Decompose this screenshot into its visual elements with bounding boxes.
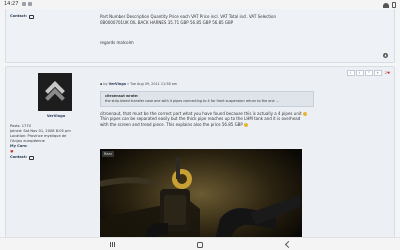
post-profile: VerVinga Posts: 1770 Joined: Sat Nov 01,… [10, 70, 96, 160]
byline-date: » Tue Aug 09, 2011 11:58 am [126, 82, 178, 86]
user-location: Location: Province mystique de l'Anjou e… [10, 134, 67, 143]
username[interactable]: VerVinga [10, 114, 96, 119]
wifi-icon [383, 2, 389, 8]
post-actions: ! i " + 2♥ [346, 70, 390, 76]
home-icon[interactable] [197, 241, 203, 248]
forum-post: Contact: Part Number Description Quantit… [5, 9, 395, 63]
contact-icon[interactable] [29, 14, 35, 19]
post-profile: Contact: [10, 14, 96, 19]
status-right [383, 2, 396, 8]
contact-icon[interactable] [29, 155, 35, 160]
info-button[interactable]: i [355, 70, 364, 76]
back-icon[interactable] [284, 240, 293, 249]
contact-label: Contact: [10, 155, 28, 159]
post-content: Part Number Description Quantity Price e… [100, 14, 390, 46]
battery-icon [392, 2, 396, 8]
avatar[interactable] [38, 73, 72, 111]
post-content: ▪ by VerVinga » Tue Aug 09, 2011 11:58 a… [100, 81, 390, 237]
smile-icon [302, 112, 307, 116]
post-text-line: 0B0000701UK OIL BACK HARNES 35.71 GBP 56… [100, 20, 234, 25]
photo-tag: Rear [102, 151, 115, 157]
post-byline: ▪ by VerVinga » Tue Aug 09, 2011 11:58 a… [100, 82, 178, 86]
navigation-bar [0, 237, 400, 250]
user-info: Posts: 1770 Joined: Sat Nov 01, 2008 8:0… [10, 124, 96, 160]
recents-icon[interactable] [110, 242, 115, 247]
heart-icon: ♥ [10, 149, 14, 154]
smile-icon [244, 122, 249, 127]
contact-row: Contact: [10, 155, 96, 160]
report-button[interactable]: ! [346, 70, 355, 76]
like-button[interactable]: + [373, 70, 382, 76]
contact-row: Contact: [10, 14, 96, 19]
top-icon[interactable]: ▲ [383, 53, 388, 58]
forum-page: Contact: Part Number Description Quantit… [0, 9, 400, 237]
contact-label: Contact: [10, 14, 28, 18]
post-icon: ▪ [100, 82, 103, 86]
byline-user[interactable]: VerVinga [109, 82, 126, 86]
status-time: 14:27 [4, 1, 19, 7]
post-signoff: regards malcolm [100, 40, 134, 45]
photo-image [100, 149, 302, 237]
notification-icons [22, 2, 32, 6]
notification-icon [28, 2, 32, 6]
forum-post: VerVinga Posts: 1770 Joined: Sat Nov 01,… [5, 66, 395, 237]
like-count: 2♥ [384, 71, 390, 75]
status-bar: 14:27 [0, 0, 400, 9]
post-body: citroenaut, that must be the correct par… [100, 111, 390, 127]
notification-icon [22, 2, 26, 6]
heart-icon: ♥ [386, 71, 390, 75]
quote-text: the strip bleed transfer case one with 4… [105, 99, 279, 103]
post-photo[interactable]: Rear [100, 149, 302, 237]
post-body-line: with the screen and tread piece. This ex… [100, 122, 390, 127]
quote-button[interactable]: " [364, 70, 373, 76]
quote-box: citroenaut wrote: the strip bleed transf… [100, 91, 314, 107]
